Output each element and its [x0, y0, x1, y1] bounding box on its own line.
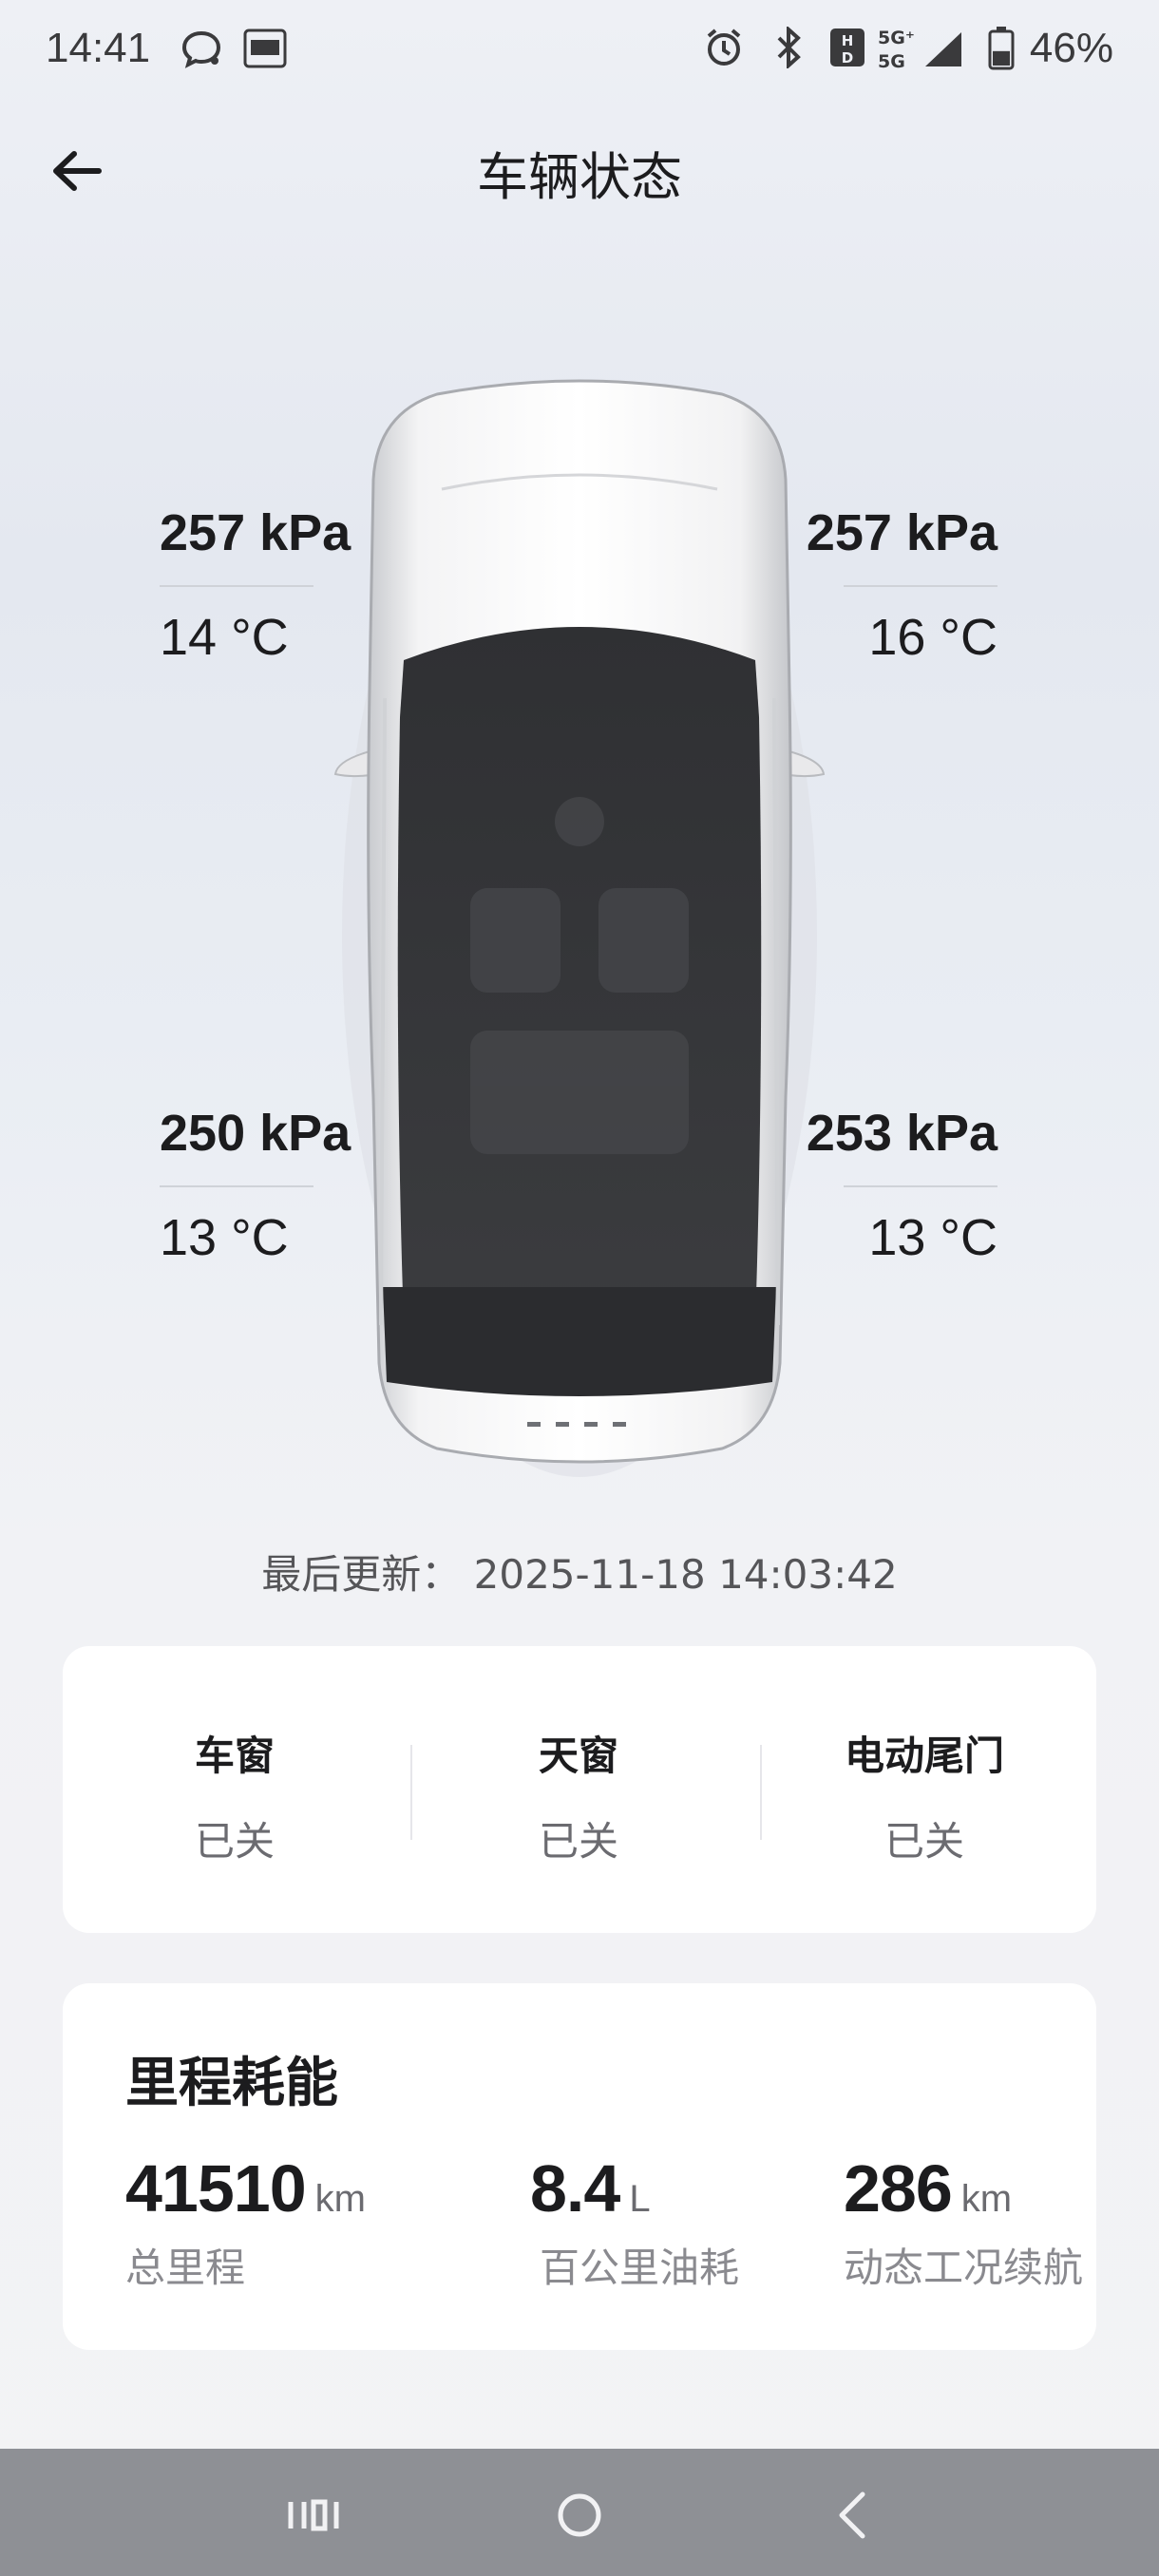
status-value: 已关	[884, 1818, 964, 1865]
last-update: 最后更新： 2025-11-18 14:03:42	[0, 1543, 1159, 1601]
tire-temperature: 13 °C	[160, 1209, 289, 1266]
tailgate-status: 电动尾门 已关	[752, 1646, 1096, 1933]
metric-caption: 百公里油耗	[540, 2245, 740, 2291]
divider	[844, 1185, 998, 1187]
tire-rear-left: 250 kPa 13 °C	[160, 1104, 378, 1267]
sunroof-status: 天窗 已关	[407, 1646, 750, 1933]
dynamic-range: 286 km 动态工况续航	[844, 2150, 1083, 2294]
status-label: 车窗	[194, 1733, 275, 1779]
system-nav-bar	[0, 2449, 1159, 2576]
signal-icon: 5G⁺ 5G	[878, 25, 965, 76]
car-top-view	[328, 375, 831, 1477]
tire-pressure: 253 kPa	[806, 1105, 998, 1162]
battery-percent: 46%	[1029, 25, 1113, 71]
tire-pressure: 257 kPa	[160, 504, 352, 561]
metric-unit: km	[314, 2178, 366, 2220]
divider	[160, 585, 314, 587]
nav-back-button[interactable]	[817, 2477, 893, 2553]
recent-apps-button[interactable]	[276, 2477, 352, 2553]
tire-front-right: 257 kPa 16 °C	[779, 503, 998, 667]
energy-card: 里程耗能 41510 km 总里程 8.4 L 百公里油耗 286 km 动态工况续航	[63, 1983, 1096, 2350]
metric-unit: km	[960, 2178, 1013, 2220]
svg-text:D: D	[842, 49, 853, 66]
tire-pressure: 250 kPa	[160, 1105, 352, 1162]
divider	[844, 585, 998, 587]
energy-title: 里程耗能	[125, 2053, 338, 2114]
status-time: 14:41	[46, 25, 151, 71]
openings-card: 车窗 已关 天窗 已关 电动尾门 已关	[63, 1646, 1096, 1933]
status-value: 已关	[194, 1818, 275, 1865]
chat-bubble-icon	[179, 27, 224, 76]
hd-icon: HD	[828, 27, 866, 72]
window-status: 车窗 已关	[63, 1646, 407, 1933]
toutiao-app-icon	[243, 27, 287, 74]
tire-temperature: 14 °C	[160, 609, 289, 666]
page-title: 车辆状态	[477, 147, 682, 207]
metric-value: 286	[844, 2151, 953, 2226]
last-update-label: 最后更新：	[261, 1551, 462, 1598]
status-bar: 14:41 HD 5G⁺ 5G 46%	[0, 0, 1159, 95]
tire-front-left: 257 kPa 14 °C	[160, 503, 378, 667]
svg-text:H: H	[842, 32, 854, 49]
status-label: 天窗	[538, 1733, 618, 1779]
total-mileage: 41510 km 总里程	[125, 2150, 366, 2294]
svg-text:5G⁺: 5G⁺	[878, 28, 915, 48]
last-update-value: 2025-11-18 14:03:42	[473, 1551, 898, 1598]
status-label: 电动尾门	[844, 1733, 1004, 1779]
bluetooth-icon	[773, 25, 806, 72]
metric-caption: 动态工况续航	[844, 2245, 1084, 2291]
divider	[160, 1185, 314, 1187]
recent-apps-icon	[276, 2499, 352, 2557]
tire-temperature: 16 °C	[868, 609, 998, 666]
tire-rear-right: 253 kPa 13 °C	[779, 1104, 998, 1267]
metric-unit: L	[629, 2178, 651, 2220]
tire-temperature: 13 °C	[868, 1209, 998, 1266]
metric-value: 8.4	[530, 2151, 620, 2226]
status-value: 已关	[538, 1818, 618, 1865]
tire-pressure: 257 kPa	[806, 504, 998, 561]
fuel-consumption: 8.4 L 百公里油耗	[530, 2150, 739, 2294]
metric-value: 41510	[125, 2151, 307, 2226]
home-icon	[542, 2493, 618, 2557]
home-button[interactable]	[542, 2477, 618, 2553]
svg-text:5G: 5G	[878, 51, 905, 72]
battery-icon	[988, 27, 1015, 74]
metric-caption: 总里程	[125, 2245, 246, 2291]
back-icon	[817, 2491, 893, 2557]
alarm-icon	[703, 27, 745, 72]
